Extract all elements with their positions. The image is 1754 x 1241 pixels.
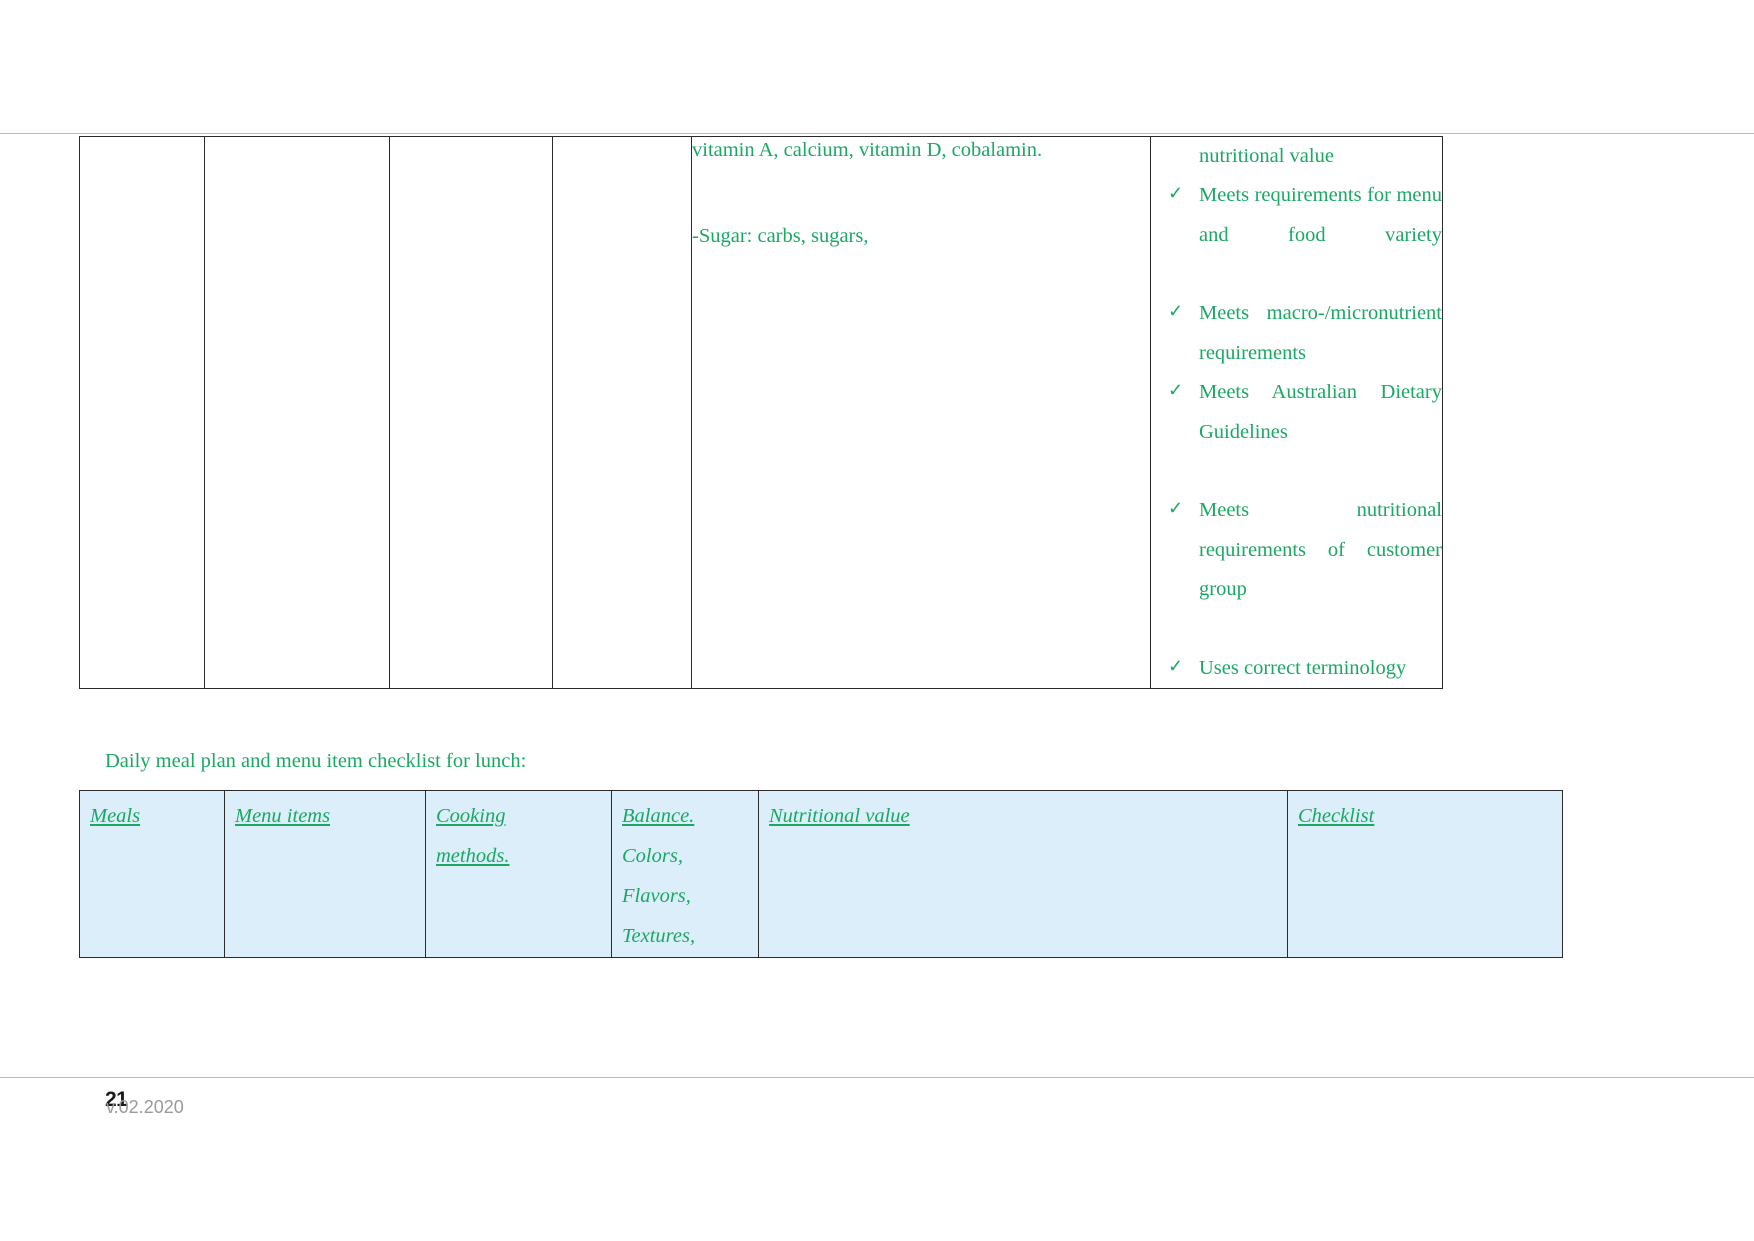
nutritional-value-cell: vitamin A, calcium, vitamin D, cobalamin… [691,135,1151,690]
header-cell-cooking-methods: Cooking methods. [425,790,612,958]
document-page: vitamin A, calcium, vitamin D, cobalamin… [0,0,1754,1241]
check-icon: ✓ [1168,380,1184,401]
check-icon: ✓ [1168,655,1184,676]
column-header-label: Nutritional value [769,805,910,827]
column-header-label-line-2: methods. [436,844,510,867]
meals-cell-empty [79,135,205,690]
lunch-meal-plan-table: Meals Menu items Cooking methods. Balanc… [79,790,1563,958]
lunch-table-caption: Daily meal plan and menu item checklist … [105,750,527,772]
checklist-continued-line: nutritional value [1199,145,1334,167]
checklist-item-label: Meets nutritional requirements of custom… [1199,499,1442,600]
header-cell-checklist: Checklist [1287,790,1563,958]
menu-items-cell-empty [204,135,390,690]
header-cell-menu-items: Menu items [224,790,426,958]
checklist-item: ✓ Meets macro-/micronutrient requirement… [1151,294,1442,373]
balance-subitem-colors: Colors, [622,844,683,867]
checklist-cell: nutritional value ✓ Meets requirements f… [1150,135,1443,690]
cooking-methods-cell-empty [389,135,553,690]
header-cell-balance: Balance. Colors, Flavors, Textures, [611,790,759,958]
balance-cell-empty [552,135,692,690]
check-icon: ✓ [1168,498,1184,519]
check-icon: ✓ [1168,301,1184,322]
nutrition-checklist-table-continued: vitamin A, calcium, vitamin D, cobalamin… [79,135,1443,690]
check-icon: ✓ [1168,183,1184,204]
checklist-item-label: Meets Australian Dietary Guidelines [1199,381,1442,443]
nutritional-value-line-2: -Sugar: carbs, sugars, [692,224,869,247]
checklist-item-label: Meets requirements for menu and food var… [1199,184,1442,246]
document-version: v.02.2020 [106,1097,184,1117]
balance-subitem-textures: Textures, [622,924,696,947]
page-top-rule [0,133,1754,134]
checklist-item-label: Meets macro-/micronutrient requirements [1199,302,1442,364]
column-header-label: Meals [90,805,141,827]
checklist-item-label: Uses correct terminology [1199,656,1407,679]
column-header-label: Menu items [235,805,331,827]
checklist-item: ✓ Meets Australian Dietary Guidelines [1151,373,1442,491]
checklist-item: ✓ Uses correct terminology [1151,649,1442,688]
table-header-row: Meals Menu items Cooking methods. Balanc… [79,790,1563,958]
header-cell-meals: Meals [79,790,225,958]
table-row: vitamin A, calcium, vitamin D, cobalamin… [79,135,1443,690]
header-cell-nutritional-value: Nutritional value [758,790,1288,958]
checklist-item: ✓ Meets requirements for menu and food v… [1151,176,1442,294]
checklist-list: ✓ Meets requirements for menu and food v… [1151,176,1442,688]
column-header-label: Checklist [1298,805,1375,827]
column-header-label: Balance. [622,805,695,827]
nutritional-value-line-1: vitamin A, calcium, vitamin D, cobalamin… [692,139,1043,161]
checklist-item: ✓ Meets nutritional requirements of cust… [1151,491,1442,648]
page-bottom-rule [0,1077,1754,1078]
column-header-label-line-1: Cooking [436,805,506,827]
balance-subitem-flavors: Flavors, [622,884,691,907]
